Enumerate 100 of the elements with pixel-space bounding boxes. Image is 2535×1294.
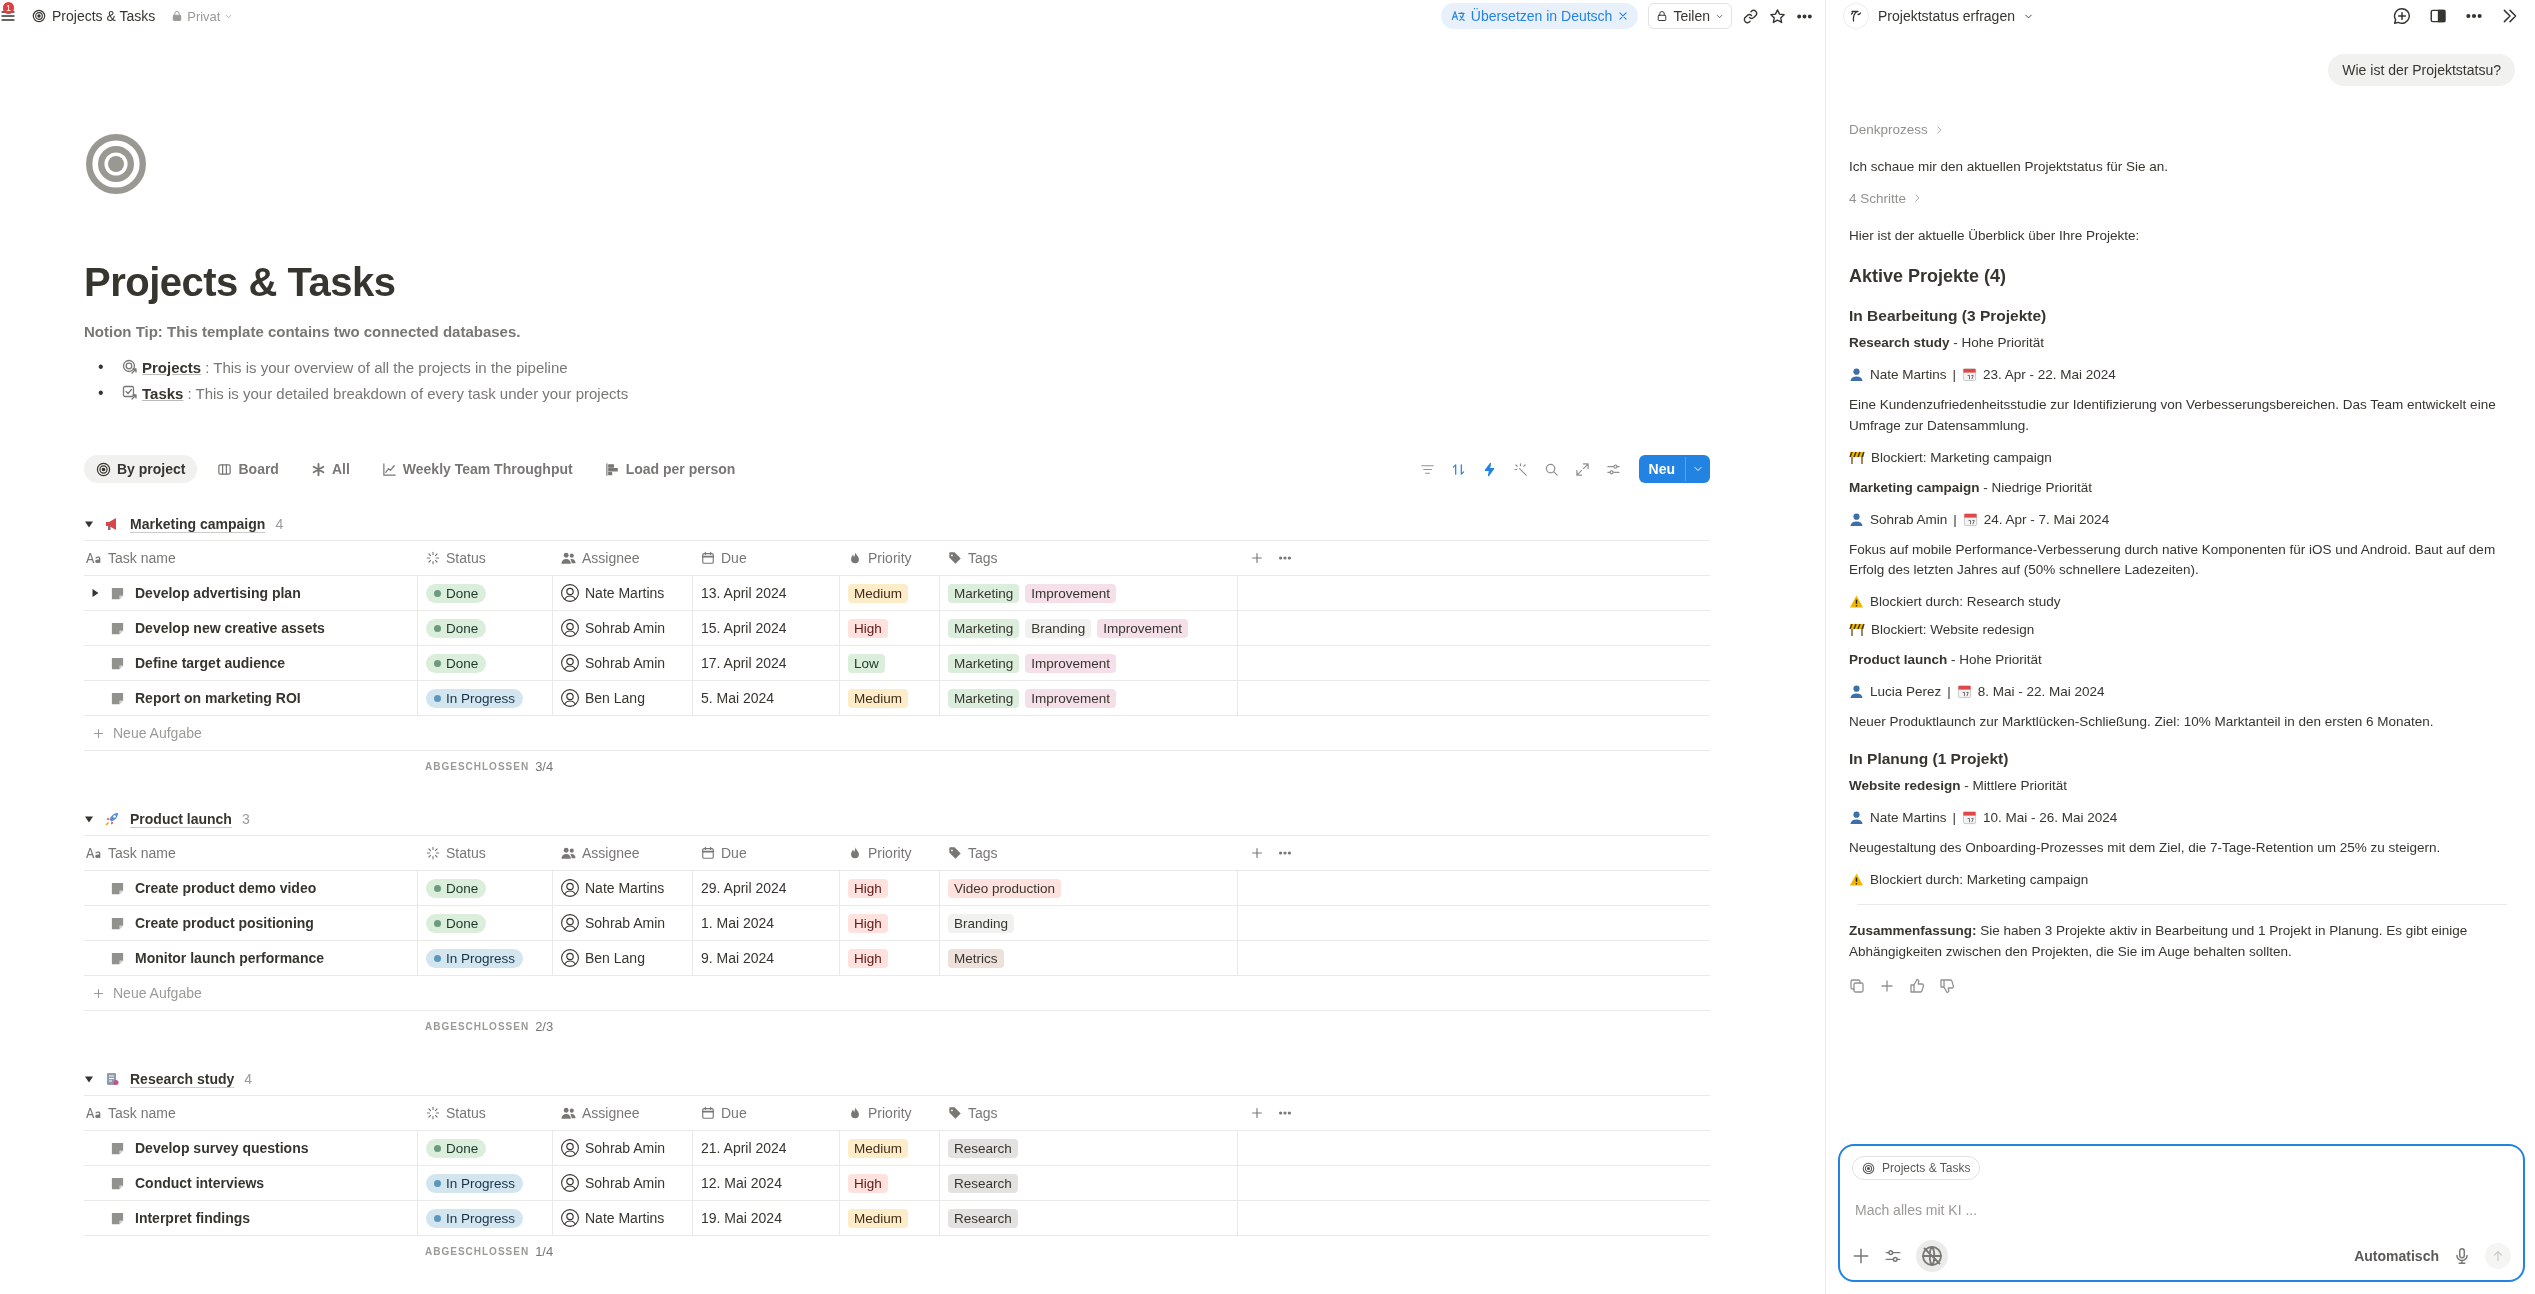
sort-icon[interactable] bbox=[1450, 461, 1466, 477]
task-name[interactable]: Interpret findings bbox=[135, 1210, 251, 1226]
new-chat-icon[interactable] bbox=[2393, 7, 2411, 25]
task-name[interactable]: Create product demo video bbox=[135, 880, 317, 896]
task-cell[interactable]: Develop new creative assets bbox=[84, 611, 418, 646]
group-count: 4 bbox=[244, 1071, 253, 1087]
sparkle-icon[interactable] bbox=[1512, 461, 1528, 477]
search-icon[interactable] bbox=[1543, 461, 1559, 477]
target-icon bbox=[84, 132, 148, 196]
column-header[interactable]: Assignee bbox=[553, 836, 693, 871]
column-header[interactable]: Tags bbox=[940, 1096, 1238, 1131]
column-header[interactable]: Due bbox=[693, 836, 840, 871]
task-cell[interactable]: Monitor launch performance bbox=[84, 941, 418, 976]
star-icon[interactable] bbox=[1769, 7, 1786, 25]
collapse-panel-icon[interactable] bbox=[2501, 7, 2519, 25]
page-icon bbox=[110, 620, 125, 636]
plus-icon[interactable] bbox=[1852, 1247, 1870, 1265]
share-button[interactable]: Teilen bbox=[1648, 3, 1732, 29]
plus-icon[interactable] bbox=[1250, 551, 1264, 565]
task-cell[interactable]: Define target audience bbox=[84, 646, 418, 681]
view-tab[interactable]: Load per person bbox=[592, 455, 748, 483]
assignee-name: Nate Martins bbox=[585, 585, 665, 601]
view-tab[interactable]: By project bbox=[84, 455, 198, 483]
target-link-icon bbox=[122, 359, 138, 375]
collapse-toggle[interactable] bbox=[84, 1074, 94, 1084]
view-tab[interactable]: Board bbox=[205, 455, 291, 483]
column-header[interactable]: Task name bbox=[84, 1096, 418, 1131]
task-name[interactable]: Develop advertising plan bbox=[135, 585, 301, 601]
column-header[interactable]: Assignee bbox=[553, 1096, 693, 1131]
column-header[interactable]: Task name bbox=[84, 541, 418, 576]
column-header[interactable]: Due bbox=[693, 1096, 840, 1131]
plus-icon[interactable] bbox=[1250, 846, 1264, 860]
close-icon[interactable] bbox=[1618, 11, 1629, 21]
column-header[interactable]: Status bbox=[418, 836, 553, 871]
task-name[interactable]: Develop new creative assets bbox=[135, 620, 325, 636]
task-name[interactable]: Monitor launch performance bbox=[135, 950, 325, 966]
view-tab[interactable]: All bbox=[298, 455, 362, 483]
notification-badge: 1 bbox=[3, 2, 14, 14]
tag-pill: Research bbox=[948, 1138, 1018, 1158]
column-header[interactable]: Priority bbox=[840, 1096, 940, 1131]
globe-off-icon[interactable] bbox=[1916, 1240, 1948, 1272]
task-cell[interactable]: Create product demo video bbox=[84, 871, 418, 906]
status-pill: Done bbox=[426, 653, 487, 673]
task-name[interactable]: Create product positioning bbox=[135, 915, 314, 931]
task-cell[interactable]: Report on marketing ROI bbox=[84, 681, 418, 716]
column-header[interactable]: Priority bbox=[840, 541, 940, 576]
thumbs-up-icon[interactable] bbox=[1909, 977, 1925, 994]
copy-icon[interactable] bbox=[1849, 977, 1865, 994]
task-name[interactable]: Define target audience bbox=[135, 655, 286, 671]
assignee-name: Sohrab Amin bbox=[585, 1140, 666, 1156]
task-name[interactable]: Develop survey questions bbox=[135, 1140, 309, 1156]
view-tab[interactable]: Weekly Team Throughput bbox=[369, 455, 585, 483]
sidebar-icon[interactable] bbox=[2429, 7, 2447, 25]
priority-pill: Low bbox=[848, 653, 885, 673]
thumbs-down-icon[interactable] bbox=[1939, 977, 1955, 994]
expand-toggle[interactable] bbox=[90, 588, 100, 598]
chat-title-dropdown[interactable]: Projektstatus erfragen bbox=[1878, 8, 2034, 24]
message-text: Ich schaue mir den aktuellen Projektstatus für Sie an. bbox=[1849, 158, 2169, 176]
column-header[interactable]: Status bbox=[418, 1096, 553, 1131]
date-range: 10. Mai - 26. Mai 2024 bbox=[1983, 810, 2118, 826]
collapse-toggle[interactable] bbox=[84, 519, 94, 529]
tag-pill: Research bbox=[948, 1208, 1018, 1228]
sliders-icon[interactable] bbox=[1884, 1247, 1902, 1265]
avatar-icon bbox=[561, 584, 579, 602]
tag-icon bbox=[948, 551, 962, 565]
column-header[interactable]: Status bbox=[418, 541, 553, 576]
priority-pill: Medium bbox=[848, 688, 908, 708]
task-name[interactable]: Report on marketing ROI bbox=[135, 690, 301, 706]
person-icon bbox=[1849, 366, 1864, 382]
column-header[interactable]: Assignee bbox=[553, 541, 693, 576]
avatar-icon bbox=[561, 1209, 579, 1227]
page-link[interactable]: Tasks bbox=[142, 384, 184, 402]
mode-selector[interactable]: Automatisch bbox=[2354, 1248, 2439, 1264]
task-cell[interactable]: Develop advertising plan bbox=[84, 576, 418, 611]
chat-composer[interactable]: Projects & Tasks Mach alles mit KI ... Automatisch bbox=[1838, 1144, 2525, 1282]
column-header[interactable]: Priority bbox=[840, 836, 940, 871]
page-link[interactable]: Projects bbox=[142, 358, 202, 376]
task-name[interactable]: Conduct interviews bbox=[135, 1175, 265, 1191]
breadcrumb-item[interactable]: Projects & Tasks bbox=[26, 6, 162, 26]
column-header[interactable]: Tags bbox=[940, 541, 1238, 576]
column-header[interactable]: Due bbox=[693, 541, 840, 576]
group-name[interactable]: Research study bbox=[130, 1071, 235, 1087]
expand-icon[interactable] bbox=[1574, 461, 1590, 477]
collapse-toggle[interactable] bbox=[84, 814, 94, 824]
task-cell[interactable]: Interpret findings bbox=[84, 1201, 418, 1236]
microphone-icon[interactable] bbox=[2453, 1247, 2471, 1265]
column-header[interactable]: Task name bbox=[84, 836, 418, 871]
text-icon bbox=[86, 1107, 102, 1119]
task-cell[interactable]: Create product positioning bbox=[84, 906, 418, 941]
group-name[interactable]: Marketing campaign bbox=[130, 516, 266, 532]
link-icon[interactable] bbox=[1742, 7, 1759, 25]
priority-pill: High bbox=[848, 913, 888, 933]
plus-icon[interactable] bbox=[1250, 1106, 1264, 1120]
column-header[interactable]: Tags bbox=[940, 836, 1238, 871]
group-name[interactable]: Product launch bbox=[130, 811, 232, 827]
new-button[interactable]: Neu bbox=[1638, 455, 1710, 483]
task-cell[interactable]: Develop survey questions bbox=[84, 1131, 418, 1166]
calendar-icon bbox=[1956, 684, 1972, 700]
tag-pill: Improvement bbox=[1025, 688, 1117, 708]
task-cell[interactable]: Conduct interviews bbox=[84, 1166, 418, 1201]
